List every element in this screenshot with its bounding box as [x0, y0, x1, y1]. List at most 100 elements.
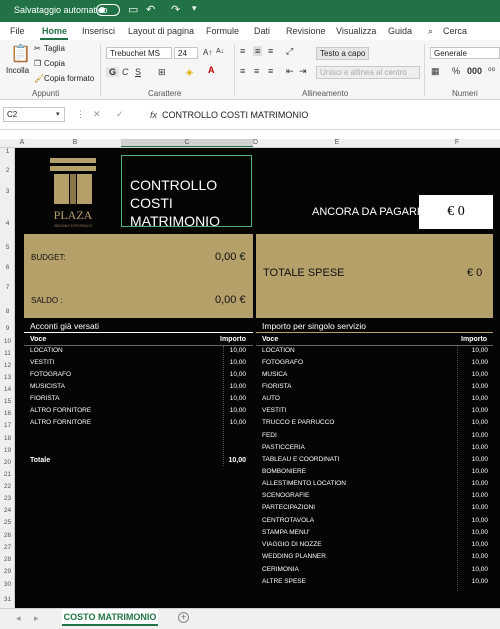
- copy-icon[interactable]: ❐: [34, 59, 41, 68]
- worksheet[interactable]: PLAZA WEDDING EXPERIENCE CONTROLLO COSTI…: [15, 148, 500, 608]
- tab-data[interactable]: Dati: [254, 26, 270, 36]
- row-header[interactable]: 18: [0, 435, 15, 442]
- row-header[interactable]: 2: [0, 167, 15, 174]
- number-format-select[interactable]: Generale: [430, 47, 500, 59]
- right-item-row[interactable]: ALTRE SPESE 10,00: [262, 578, 488, 590]
- accounting-format-icon[interactable]: ▦: [431, 66, 440, 77]
- left-item-row[interactable]: FIORISTA 10,00: [30, 395, 246, 407]
- customize-quick-access-icon[interactable]: ▾: [192, 3, 197, 14]
- underline-icon[interactable]: S: [135, 67, 141, 77]
- right-item-row[interactable]: LOCATION 10,00: [262, 347, 488, 359]
- right-item-row[interactable]: TRUCCO E PARRUCCO 10,00: [262, 419, 488, 431]
- name-box-dropdown-icon[interactable]: ▾: [56, 110, 60, 118]
- row-header[interactable]: 14: [0, 386, 15, 393]
- left-item-row[interactable]: ALTRO FORNITORE 10,00: [30, 407, 246, 419]
- paste-icon[interactable]: 📋: [10, 44, 31, 64]
- left-item-row[interactable]: FOTOGRAFO 10,00: [30, 371, 246, 383]
- left-item-row[interactable]: VESTITI 10,00: [30, 359, 246, 371]
- row-header[interactable]: 1: [0, 148, 15, 155]
- column-header-f[interactable]: F: [417, 139, 497, 146]
- increase-decimal-icon[interactable]: ⁰⁰: [488, 66, 495, 77]
- row-header[interactable]: 4: [0, 220, 15, 227]
- font-size-select[interactable]: 24: [174, 47, 198, 59]
- search-icon[interactable]: ⌕: [428, 26, 433, 37]
- format-painter-button[interactable]: Copia formato: [44, 74, 94, 83]
- budget-value[interactable]: 0,00 €: [215, 251, 246, 263]
- align-left-icon[interactable]: ≡: [240, 66, 245, 76]
- right-item-row[interactable]: TABLEAU E COORDINATI 10,00: [262, 456, 488, 468]
- right-item-row[interactable]: ALLESTIMENTO LOCATION 10,00: [262, 480, 488, 492]
- align-middle-icon[interactable]: ≡: [253, 46, 263, 56]
- right-item-row[interactable]: PARTECIPAZIONI 10,00: [262, 504, 488, 516]
- right-item-row[interactable]: VIAGGIO DI NOZZE 10,00: [262, 541, 488, 553]
- orientation-icon[interactable]: ⤢: [286, 46, 293, 57]
- cancel-icon[interactable]: ✕: [93, 109, 101, 120]
- right-item-row[interactable]: MUSICA 10,00: [262, 371, 488, 383]
- enter-icon[interactable]: ✓: [116, 109, 124, 120]
- ancora-value[interactable]: € 0: [419, 195, 493, 229]
- tab-formulas[interactable]: Formule: [206, 26, 239, 36]
- merge-center-button[interactable]: Unisci e allinea al centro: [316, 66, 420, 79]
- fill-color-icon[interactable]: ◈: [186, 67, 193, 78]
- right-item-row[interactable]: FEDI 10,00: [262, 432, 488, 444]
- row-header[interactable]: 6: [0, 264, 15, 271]
- format-painter-icon[interactable]: 🖌: [34, 74, 44, 83]
- row-header[interactable]: 21: [0, 471, 15, 478]
- row-header[interactable]: 10: [0, 338, 15, 345]
- row-header[interactable]: 12: [0, 362, 15, 369]
- more-icon[interactable]: ⋮: [76, 109, 85, 120]
- row-header[interactable]: 23: [0, 495, 15, 502]
- align-center-icon[interactable]: ≡: [254, 66, 259, 76]
- row-header[interactable]: 9: [0, 325, 15, 332]
- row-header[interactable]: 25: [0, 519, 15, 526]
- row-header[interactable]: 22: [0, 483, 15, 490]
- row-header[interactable]: 30: [0, 581, 15, 588]
- prev-sheet-icon[interactable]: ◂: [16, 613, 21, 624]
- row-header[interactable]: 15: [0, 398, 15, 405]
- column-header-c[interactable]: C: [121, 139, 253, 147]
- right-item-row[interactable]: CENTROTAVOLA 10,00: [262, 517, 488, 529]
- italic-icon[interactable]: C: [122, 67, 129, 77]
- tab-home[interactable]: Home: [42, 26, 67, 36]
- left-total-row[interactable]: Totale 10,00: [30, 457, 246, 469]
- next-sheet-icon[interactable]: ▸: [34, 613, 39, 624]
- cut-button[interactable]: Taglia: [44, 44, 65, 53]
- align-right-icon[interactable]: ≡: [268, 66, 273, 76]
- increase-font-icon[interactable]: A↑: [203, 48, 212, 57]
- paste-button[interactable]: Incolla: [6, 66, 29, 75]
- right-item-row[interactable]: WEDDING PLANNER 10,00: [262, 553, 488, 565]
- row-header[interactable]: 26: [0, 532, 15, 539]
- column-header-b[interactable]: B: [29, 139, 121, 146]
- sheet-tab-costo-matrimonio[interactable]: COSTO MATRIMONIO: [62, 609, 158, 626]
- tab-review[interactable]: Revisione: [286, 26, 326, 36]
- align-top-icon[interactable]: ≡: [240, 46, 245, 56]
- copy-button[interactable]: Copia: [44, 59, 65, 68]
- left-item-row[interactable]: LOCATION 10,00: [30, 347, 246, 359]
- row-header[interactable]: 20: [0, 459, 15, 466]
- save-icon[interactable]: ▭: [128, 3, 138, 16]
- left-item-row[interactable]: MUSICISTA 10,00: [30, 383, 246, 395]
- saldo-value[interactable]: 0,00 €: [215, 294, 246, 306]
- align-bottom-icon[interactable]: ≡: [268, 46, 273, 56]
- font-name-select[interactable]: Trebuchet MS: [106, 47, 172, 59]
- row-header[interactable]: 8: [0, 308, 15, 315]
- row-header[interactable]: 31: [0, 596, 15, 603]
- row-header[interactable]: 24: [0, 507, 15, 514]
- right-item-row[interactable]: SCENOGRAFIE 10,00: [262, 492, 488, 504]
- left-item-row[interactable]: ALTRO FORNITORE 10,00: [30, 419, 246, 431]
- column-header-e[interactable]: E: [257, 139, 417, 146]
- tab-file[interactable]: File: [10, 26, 25, 36]
- row-header[interactable]: 19: [0, 447, 15, 454]
- indent-decrease-icon[interactable]: ⇤: [286, 66, 294, 77]
- insert-function-icon[interactable]: fx: [150, 110, 157, 120]
- redo-icon[interactable]: ↷: [171, 3, 180, 16]
- comma-style-icon[interactable]: 000: [467, 66, 482, 76]
- autosave-toggle[interactable]: [96, 4, 120, 16]
- formula-input[interactable]: CONTROLLO COSTI MATRIMONIO: [162, 110, 308, 120]
- font-color-icon[interactable]: A: [208, 65, 215, 75]
- right-item-row[interactable]: CERIMONIA 10,00: [262, 566, 488, 578]
- undo-icon[interactable]: ↶: [146, 3, 155, 16]
- tab-help[interactable]: Guida: [388, 26, 412, 36]
- tab-page-layout[interactable]: Layout di pagina: [128, 26, 194, 36]
- percent-icon[interactable]: %: [452, 66, 460, 76]
